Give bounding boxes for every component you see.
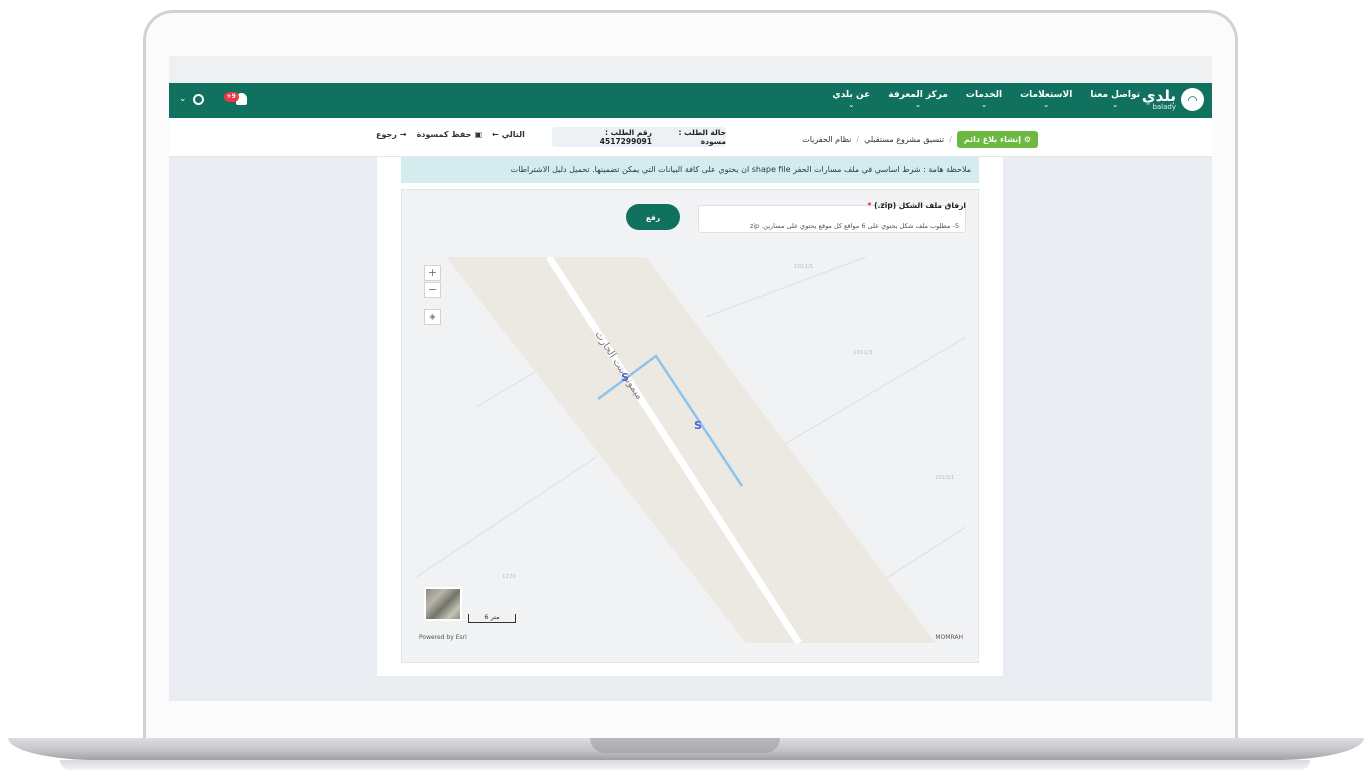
road-area [446, 257, 936, 643]
logo-emblem-icon: ◠ [1181, 88, 1204, 111]
arrow-left-icon: ← [492, 130, 499, 139]
parcel-label: 1011/3 [853, 350, 873, 356]
balady-logo[interactable]: بلدي balady ◠ [1142, 88, 1204, 111]
save-icon: ▣ [474, 130, 482, 139]
form-actions: → رجوع ▣ حفظ كمسودة التالي ← [376, 130, 525, 139]
powered-by-esri: Powered by Esri [419, 634, 467, 641]
laptop-mockup: بلدي balady ◠ عن بلدي ⌄ مركز المعرفة ⌄ الخ… [0, 0, 1370, 774]
main-content: ملاحظة هامة : شرط اساسي في ملف مسارات ال… [377, 157, 1003, 676]
important-note: ملاحظة هامة : شرط اساسي في ملف مسارات ال… [401, 157, 979, 183]
basemap-toggle[interactable] [424, 587, 462, 621]
request-status: حالة الطلب : مسودة [678, 128, 726, 146]
notifications-button[interactable]: +9 [223, 92, 247, 105]
nav-item-inquiries[interactable]: الاستعلامات ⌄ [1020, 89, 1072, 109]
chevron-down-icon: ⌄ [1043, 101, 1050, 109]
request-number: رقم الطلب : 4517299091 [599, 128, 652, 146]
parcel-label: 1011/1 [794, 264, 814, 270]
create-report-button[interactable]: ⚙ إنشاء بلاغ دائم [956, 131, 1038, 148]
parcel-label: 1270 [502, 574, 516, 580]
parcel-line [416, 456, 597, 578]
chevron-down-icon: ⌄ [915, 101, 922, 109]
breadcrumb: نظام الحفريات / تنسيق مشروع مستقبلي / ⚙ … [802, 131, 1046, 148]
user-avatar-icon[interactable] [192, 93, 204, 105]
browser-top-strip [169, 56, 1212, 83]
parcel-label: 1013/1 [935, 475, 955, 481]
gear-icon: ⚙ [1021, 135, 1031, 144]
chevron-down-icon: ⌄ [1112, 101, 1119, 109]
save-draft-button[interactable]: ▣ حفظ كمسودة [417, 130, 482, 139]
breadcrumb-separator: / [949, 135, 952, 144]
chevron-down-icon: ⌄ [981, 101, 987, 109]
nav-item-contact[interactable]: تواصل معنا ⌄ [1090, 89, 1140, 109]
nav-item-about[interactable]: عن بلدي ⌄ [832, 89, 870, 109]
chevron-down-icon[interactable]: ⌄ [179, 94, 187, 104]
shape-file-upload-panel: 5- مطلوب ملف شكل يحتوي على 6 مواقع كل مو… [401, 189, 979, 663]
zoom-out-button[interactable]: − [424, 282, 441, 298]
map-canvas[interactable]: S S ميمونة بنت الحارث [416, 257, 966, 643]
sub-toolbar: نظام الحفريات / تنسيق مشروع مستقبلي / ⚙ … [169, 118, 1212, 157]
browser-screen: بلدي balady ◠ عن بلدي ⌄ مركز المعرفة ⌄ الخ… [169, 56, 1212, 701]
main-navbar: بلدي balady ◠ عن بلدي ⌄ مركز المعرفة ⌄ الخ… [169, 83, 1212, 118]
scale-bar: 6 متر [468, 614, 516, 623]
breadcrumb-current: تنسيق مشروع مستقبلي [864, 135, 945, 144]
notifications-badge: +9 [223, 92, 239, 102]
logo-text: بلدي balady [1141, 86, 1176, 111]
chevron-down-icon: ⌄ [848, 101, 855, 109]
required-star: * [867, 201, 872, 210]
back-button[interactable]: → رجوع [376, 130, 407, 139]
laptop-shadow [60, 760, 1310, 770]
arrow-right-icon: → [399, 130, 407, 139]
nav-menu: عن بلدي ⌄ مركز المعرفة ⌄ الخدمات ⌄ الاستعلا… [832, 89, 1140, 109]
request-info-box: رقم الطلب : 4517299091 حالة الطلب : مسود… [552, 127, 726, 147]
zoom-controls: + − [424, 265, 441, 298]
breadcrumb-root[interactable]: نظام الحفريات [802, 135, 851, 144]
nav-user-tools: ⌄ +9 [179, 92, 247, 105]
breadcrumb-separator: / [856, 135, 860, 144]
laptop-notch [590, 738, 780, 753]
nav-item-knowledge[interactable]: مركز المعرفة ⌄ [888, 89, 948, 109]
upload-label: ارفاق ملف الشكل (zip.) * [867, 201, 966, 210]
zoom-in-button[interactable]: + [424, 265, 441, 281]
map-attribution: MOMRAH [935, 634, 963, 641]
path-marker-icon: S [694, 419, 702, 432]
nav-item-services[interactable]: الخدمات ⌄ [966, 89, 1002, 109]
parcel-line [705, 257, 867, 318]
upload-button[interactable]: رفع [626, 204, 680, 230]
layers-icon[interactable]: ◈ [424, 309, 441, 325]
next-button[interactable]: التالي ← [492, 130, 525, 139]
map-view[interactable]: S S ميمونة بنت الحارث 1011/1 1011/3 1013… [416, 257, 966, 643]
